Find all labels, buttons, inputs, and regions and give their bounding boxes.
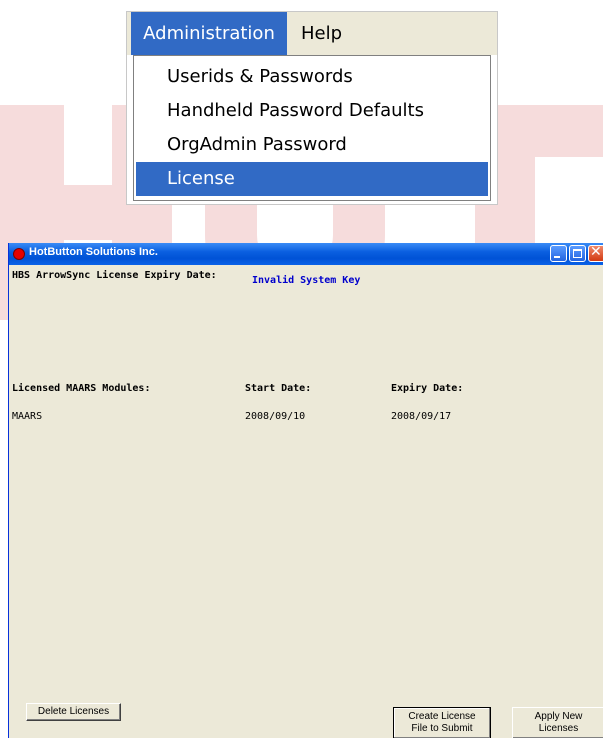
administration-menu-screenshot: Administration Help Userids & Passwords … <box>126 11 498 205</box>
menu-item-license[interactable]: License <box>136 162 488 196</box>
window-title: HotButton Solutions Inc. <box>29 246 158 258</box>
create-license-label-line1: Create License <box>408 711 476 722</box>
close-button[interactable]: ✕ <box>588 244 603 262</box>
expiry-date-label: HBS ArrowSync License Expiry Date: <box>12 270 217 281</box>
apply-licenses-label-line2: Licenses <box>538 723 579 734</box>
apply-licenses-label-line1: Apply New <box>534 711 583 722</box>
expiry-date-header: Expiry Date: <box>391 383 464 394</box>
maximize-button[interactable] <box>569 245 586 262</box>
app-icon <box>13 248 25 260</box>
menu-item-orgadmin-password[interactable]: OrgAdmin Password <box>136 128 488 162</box>
maximize-icon <box>573 249 582 258</box>
menu-help[interactable]: Help <box>301 12 351 55</box>
module-expiry-date: 2008/09/17 <box>391 411 452 422</box>
minimize-icon <box>554 256 560 258</box>
menu-item-handheld-password-defaults[interactable]: Handheld Password Defaults <box>136 94 488 128</box>
minimize-button[interactable] <box>550 245 567 262</box>
create-license-file-button[interactable]: Create License File to Submit <box>393 707 491 738</box>
expiry-date-value: Invalid System Key <box>252 275 361 286</box>
start-date-header: Start Date: <box>245 383 312 394</box>
create-license-label-line2: File to Submit <box>411 723 473 734</box>
modules-header: Licensed MAARS Modules: <box>12 383 151 394</box>
license-window: HotButton Solutions Inc. ✕ HBS ArrowSync… <box>8 243 603 738</box>
delete-licenses-button[interactable]: Delete Licenses <box>26 703 121 721</box>
menu-item-userids-passwords[interactable]: Userids & Passwords <box>136 60 488 94</box>
apply-new-licenses-button[interactable]: Apply New Licenses <box>512 707 603 738</box>
module-start-date: 2008/09/10 <box>245 411 306 422</box>
administration-dropdown: Userids & Passwords Handheld Password De… <box>133 55 491 201</box>
menu-bar: Administration Help <box>127 12 497 55</box>
title-bar[interactable]: HotButton Solutions Inc. ✕ <box>9 243 603 265</box>
menu-administration[interactable]: Administration <box>131 12 287 55</box>
close-icon: ✕ <box>590 244 602 260</box>
module-name: MAARS <box>12 411 43 422</box>
